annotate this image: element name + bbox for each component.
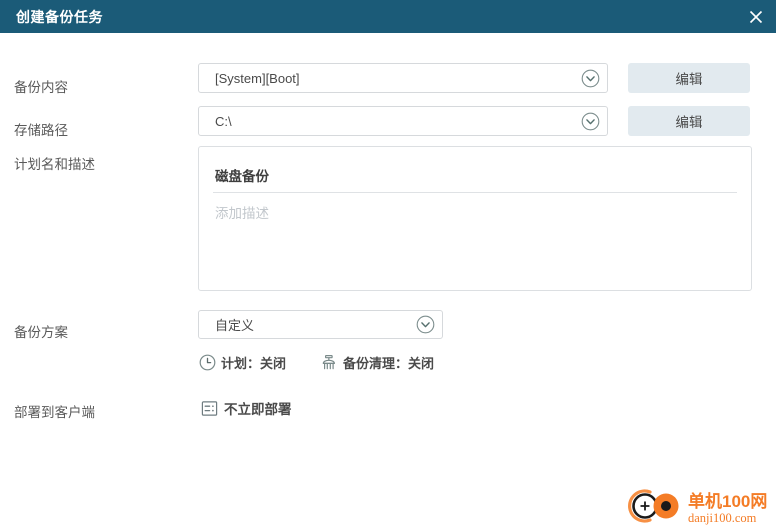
watermark-cn: 单机100网 <box>688 491 768 511</box>
deploy-option[interactable]: 不立即部署 <box>201 398 292 418</box>
label-storage-path: 存储路径 <box>14 123 68 138</box>
chevron-down-circle-icon[interactable] <box>573 112 607 131</box>
backup-scheme-select[interactable]: 自定义 <box>198 310 443 339</box>
plan-name-input[interactable]: 磁盘备份 <box>215 165 269 185</box>
plan-description-input[interactable]: 添加描述 <box>215 202 269 222</box>
watermark-text: 单机100网 danji100.com <box>688 492 767 525</box>
schedule-status[interactable]: 计划：关闭 <box>199 353 286 372</box>
backup-content-select[interactable]: [System][Boot] <box>198 63 608 93</box>
chevron-down-circle-icon[interactable] <box>573 69 607 88</box>
namebox-divider <box>213 192 737 193</box>
clock-icon <box>199 354 216 371</box>
page-title: 创建备份任务 <box>16 8 103 25</box>
label-deploy: 部署到客户端 <box>14 405 95 420</box>
label-backup-content: 备份内容 <box>14 80 68 95</box>
storage-path-value: C:\ <box>215 113 232 129</box>
edit-storage-path-button[interactable]: 编辑 <box>628 106 750 136</box>
broom-cleanup-icon <box>320 354 338 371</box>
schedule-status-text: 计划：关闭 <box>221 356 287 371</box>
deploy-option-text: 不立即部署 <box>224 402 292 417</box>
chevron-down-circle-icon[interactable] <box>408 315 442 334</box>
scheme-status-line: 计划：关闭 备份清理：关闭 <box>199 353 434 372</box>
close-button[interactable] <box>736 0 776 33</box>
edit-backup-content-button[interactable]: 编辑 <box>628 63 750 93</box>
deploy-grid-icon <box>201 400 218 417</box>
label-backup-scheme: 备份方案 <box>14 325 68 340</box>
watermark: 单机100网 danji100.com <box>626 485 774 531</box>
cleanup-status[interactable]: 备份清理：关闭 <box>320 353 434 372</box>
dialog-body: 备份内容 [System][Boot] 编辑 存储路径 C:\ 编辑 计划名和描… <box>0 33 776 525</box>
cleanup-status-text: 备份清理：关闭 <box>343 356 435 371</box>
backup-scheme-value: 自定义 <box>215 318 255 333</box>
backup-content-value: [System][Boot] <box>215 70 300 86</box>
dialog-titlebar: 创建备份任务 <box>0 0 776 33</box>
label-plan-name: 计划名和描述 <box>14 157 95 172</box>
danji-logo-icon <box>626 486 684 531</box>
close-icon <box>748 9 764 25</box>
storage-path-select[interactable]: C:\ <box>198 106 608 136</box>
plan-name-description-box[interactable]: 磁盘备份 添加描述 <box>198 146 752 291</box>
watermark-en: danji100.com <box>688 510 757 525</box>
